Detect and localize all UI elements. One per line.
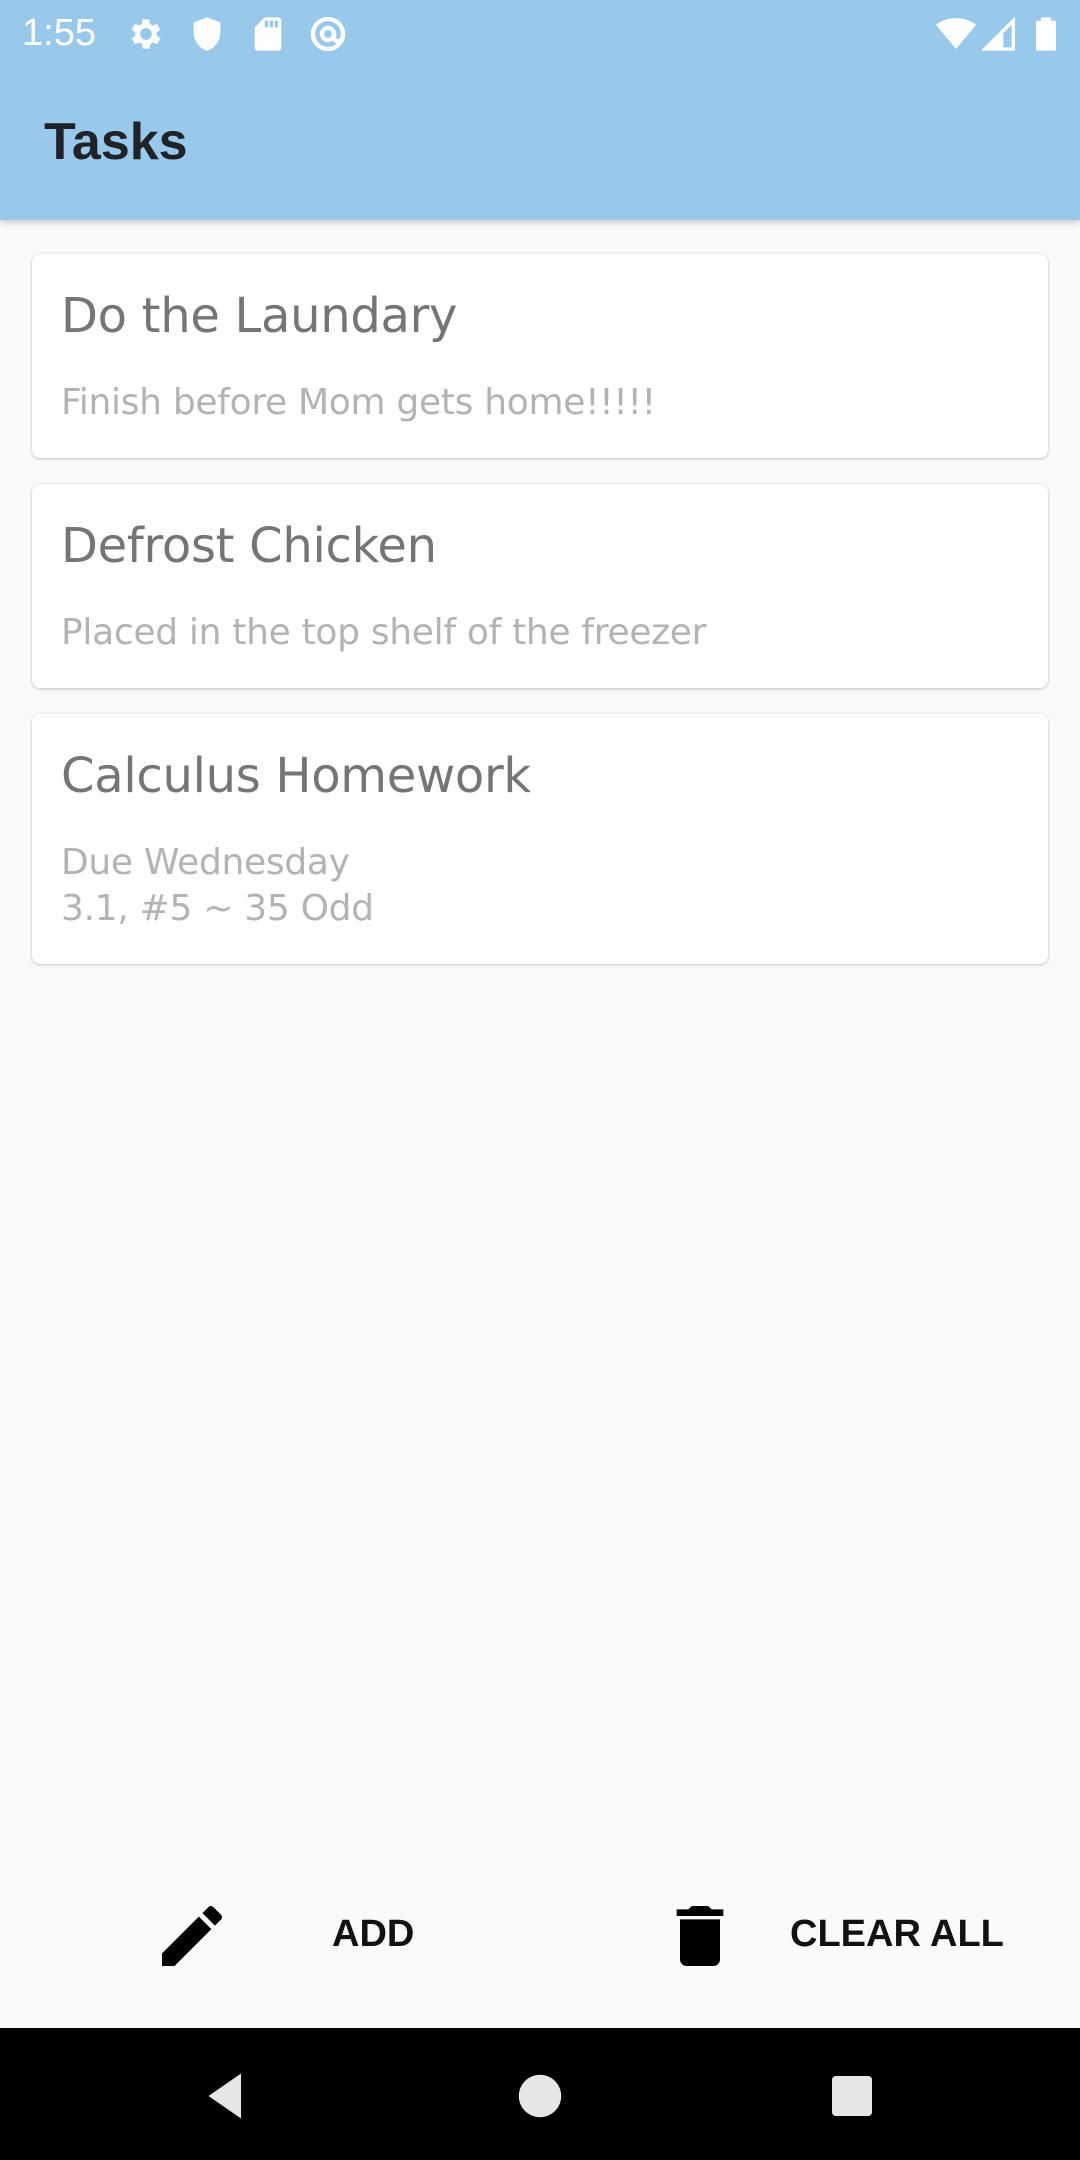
task-card[interactable]: Calculus Homework Due Wednesday 3.1, #5 …	[32, 714, 1048, 964]
navigation-bar	[0, 2028, 1080, 2160]
add-button-label: ADD	[332, 1913, 415, 1955]
clear-all-button[interactable]: CLEAR ALL	[660, 1896, 1004, 1980]
status-bar: 1:55	[0, 0, 1080, 66]
clear-all-button-label: CLEAR ALL	[790, 1913, 1004, 1955]
wifi-icon	[936, 14, 976, 54]
home-icon[interactable]	[510, 2066, 570, 2126]
task-description: Placed in the top shelf of the freezer	[61, 612, 707, 653]
task-description: Due Wednesday 3.1, #5 ~ 35 Odd	[61, 842, 374, 929]
back-icon[interactable]	[196, 2066, 256, 2126]
sd-card-icon	[248, 14, 288, 54]
pencil-icon	[152, 1896, 232, 1976]
app-bar: Tasks	[0, 66, 1080, 220]
cell-signal-icon	[980, 14, 1020, 54]
task-title: Do the Laundary	[61, 288, 458, 344]
battery-icon	[1026, 14, 1066, 54]
task-title: Calculus Homework	[61, 748, 531, 804]
at-sign-icon	[308, 14, 348, 54]
page-title: Tasks	[44, 113, 188, 171]
task-title: Defrost Chicken	[61, 518, 437, 574]
trash-icon	[660, 1896, 740, 1976]
task-description: Finish before Mom gets home!!!!!	[61, 382, 656, 423]
shield-icon	[187, 14, 227, 54]
add-button[interactable]: ADD	[152, 1896, 422, 1980]
task-card[interactable]: Do the Laundary Finish before Mom gets h…	[32, 254, 1048, 458]
screen: 1:55 Tasks Do the Laundary Finish before…	[0, 0, 1080, 2160]
recents-icon[interactable]	[822, 2066, 882, 2126]
task-card[interactable]: Defrost Chicken Placed in the top shelf …	[32, 484, 1048, 688]
gear-icon	[126, 14, 166, 54]
status-time: 1:55	[22, 12, 96, 54]
